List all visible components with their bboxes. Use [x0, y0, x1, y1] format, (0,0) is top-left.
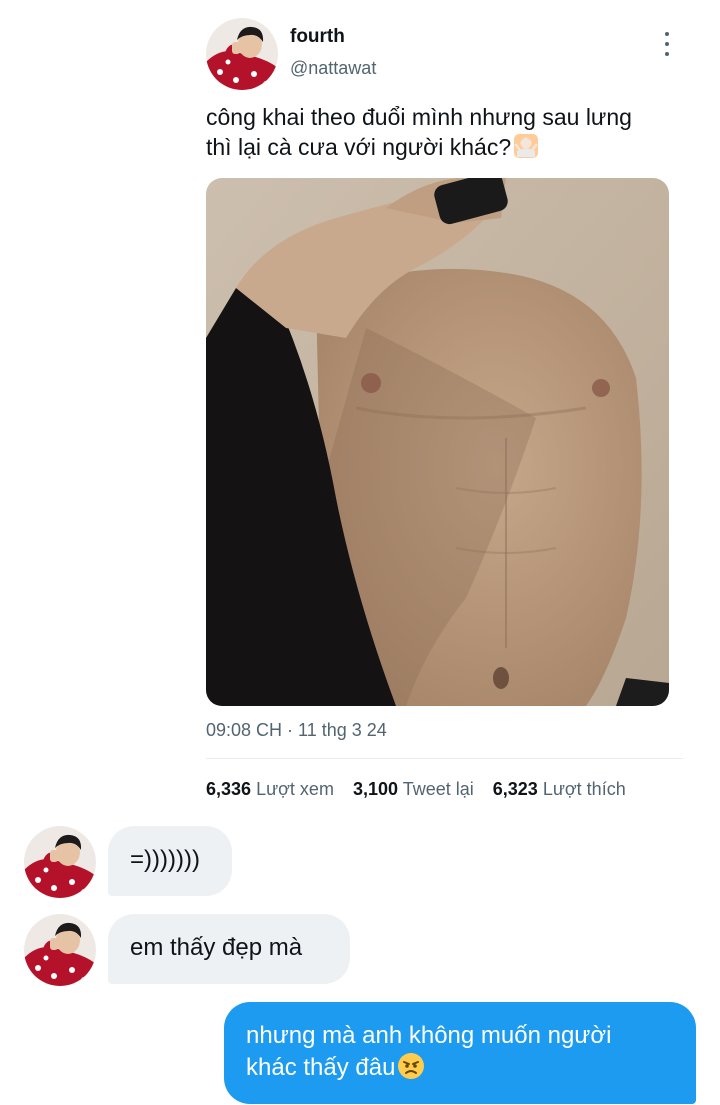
- sender-avatar[interactable]: [24, 826, 96, 898]
- tweet-text: công khai theo đuổi mình nhưng sau lưng …: [206, 102, 684, 162]
- angry-face-emoji-icon: [397, 1052, 425, 1080]
- author-avatar[interactable]: [206, 18, 278, 90]
- divider: [206, 758, 683, 759]
- author-handle[interactable]: @nattawat: [290, 58, 376, 79]
- likes-label: Lượt thích: [542, 779, 626, 799]
- more-options-icon[interactable]: [658, 32, 676, 56]
- tweet-time: 09:08 CH: [206, 720, 283, 740]
- message-text: em thấy đẹp mà: [130, 934, 303, 961]
- incoming-message-bubble[interactable]: em thấy đẹp mà: [108, 914, 350, 984]
- tweet-text-line2: thì lại cà cưa với người khác?: [206, 134, 512, 160]
- incoming-message-bubble[interactable]: =))))))): [108, 826, 232, 896]
- sender-avatar[interactable]: [24, 914, 96, 986]
- tweet-stats: 6,336 Lượt xem 3,100 Tweet lại 6,323 Lượ…: [206, 779, 640, 800]
- message-text-line1: nhưng mà anh không muốn người: [246, 1022, 612, 1049]
- retweets-stat[interactable]: 3,100 Tweet lại: [353, 779, 474, 800]
- retweets-label: Tweet lại: [402, 779, 474, 799]
- views-label: Lượt xem: [256, 779, 334, 799]
- likes-count: 6,323: [492, 779, 538, 799]
- tweet-text-line1: công khai theo đuổi mình nhưng sau lưng: [206, 104, 632, 130]
- message-text-line2: khác thấy đâu: [246, 1054, 396, 1081]
- views-count: 6,336: [206, 779, 252, 799]
- tweet-date: 11 thg 3 24: [298, 720, 387, 740]
- tweet-timestamp[interactable]: 09:08 CH · 11 thg 3 24: [206, 720, 387, 741]
- likes-stat[interactable]: 6,323 Lượt thích: [493, 779, 626, 800]
- author-display-name[interactable]: fourth: [290, 26, 345, 48]
- tweet-photo[interactable]: [206, 178, 669, 706]
- retweets-count: 3,100: [352, 779, 398, 799]
- person-shrugging-emoji-icon: [513, 133, 539, 159]
- message-text: =))))))): [130, 846, 200, 873]
- outgoing-message-bubble[interactable]: nhưng mà anh không muốn người khác thấy …: [224, 1002, 696, 1104]
- views-stat[interactable]: 6,336 Lượt xem: [206, 779, 334, 800]
- timestamp-separator: ·: [282, 720, 299, 740]
